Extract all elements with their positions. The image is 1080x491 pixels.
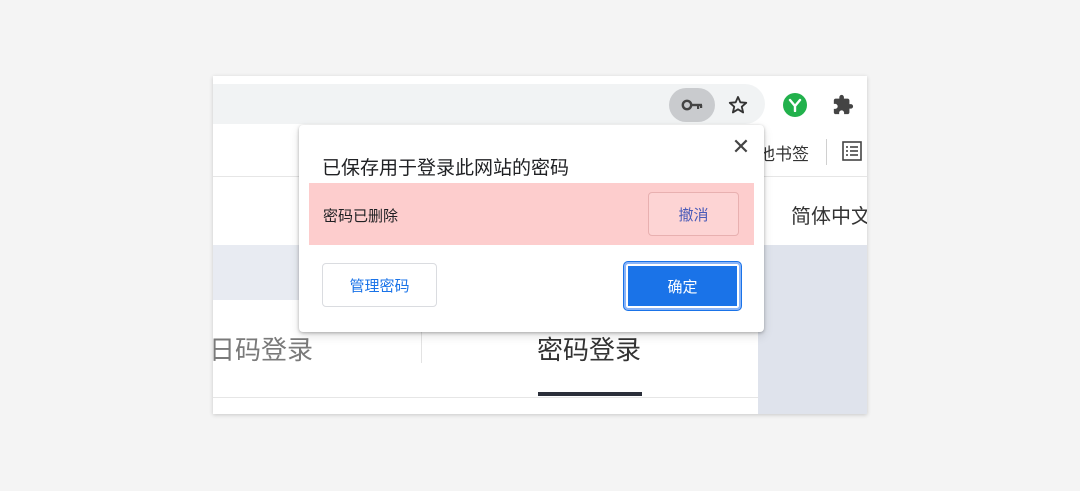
password-deleted-row: 密码已删除 撤消 [309, 183, 754, 245]
language-selector[interactable]: 简体中文 [791, 200, 867, 229]
star-icon[interactable] [723, 90, 753, 120]
page-background-right [758, 245, 867, 414]
card-divider [213, 397, 758, 398]
bookmarks-separator [826, 139, 827, 165]
key-icon[interactable] [669, 88, 715, 122]
other-bookmarks-label[interactable]: 他书签 [758, 140, 809, 165]
active-tab-indicator [538, 392, 642, 396]
tab-divider [421, 331, 422, 363]
undo-button[interactable]: 撤消 [648, 192, 739, 236]
ok-button[interactable]: 确定 [624, 262, 741, 310]
tab-qr-login[interactable]: 日码登录 [213, 330, 313, 367]
extension-y-icon[interactable] [783, 93, 807, 117]
password-deleted-message: 密码已删除 [323, 207, 399, 225]
manage-passwords-button[interactable]: 管理密码 [322, 263, 437, 307]
browser-toolbar [213, 76, 867, 126]
saved-passwords-popup: 已保存用于登录此网站的密码 ✕ 密码已删除 撤消 管理密码 确定 [299, 125, 764, 332]
popup-title: 已保存用于登录此网站的密码 [322, 157, 570, 179]
tab-password-login[interactable]: 密码登录 [537, 330, 641, 367]
extensions-puzzle-icon[interactable] [830, 92, 856, 118]
reading-list-icon[interactable] [841, 140, 867, 164]
close-icon[interactable]: ✕ [729, 135, 753, 160]
